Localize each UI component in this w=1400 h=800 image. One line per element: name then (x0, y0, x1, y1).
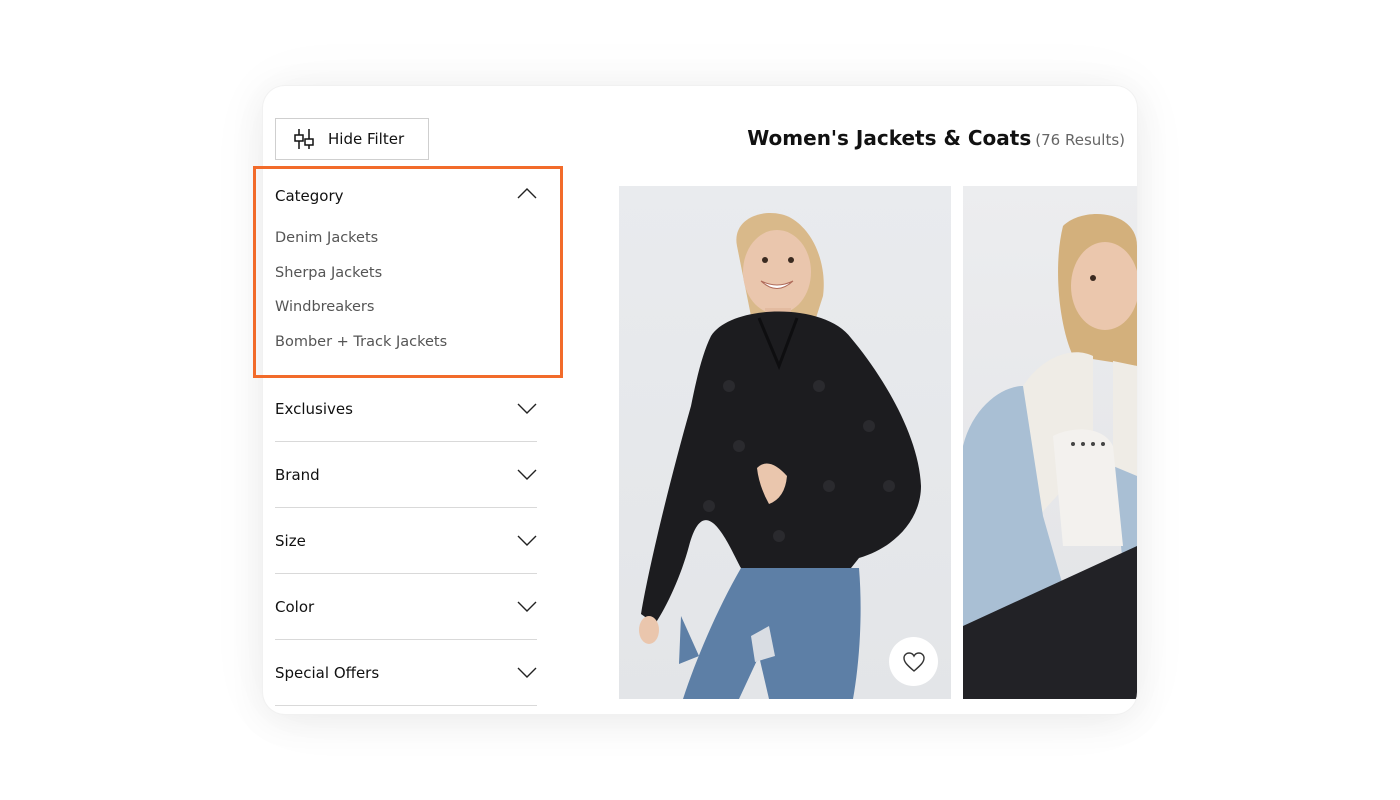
result-count: (76 Results) (1035, 131, 1125, 149)
filter-toggle-color[interactable]: Color (275, 574, 537, 639)
heart-icon (902, 651, 925, 672)
page-title: Women's Jackets & Coats (747, 126, 1032, 150)
filter-toggle-category[interactable]: Category (275, 174, 537, 219)
category-option-windbreakers[interactable]: Windbreakers (275, 290, 537, 325)
filter-section-special-offers: Special Offers (275, 640, 537, 706)
filter-label-brand: Brand (275, 465, 320, 484)
filter-section-size: Size (275, 508, 537, 574)
category-options: Denim Jackets Sherpa Jackets Windbreaker… (275, 219, 537, 375)
filter-toggle-exclusives[interactable]: Exclusives (275, 376, 537, 441)
filter-section-brand: Brand (275, 442, 537, 508)
filter-label-special-offers: Special Offers (275, 663, 380, 682)
filter-section-exclusives: Exclusives (275, 376, 537, 442)
product-card[interactable] (963, 186, 1137, 699)
product-image (963, 214, 1137, 699)
page-heading: Women's Jackets & Coats (76 Results) (747, 126, 1125, 150)
chevron-down-icon (517, 403, 537, 415)
product-listing-card: Hide Filter Women's Jackets & Coats (76 R… (263, 86, 1137, 714)
chevron-down-icon (517, 601, 537, 613)
category-option-bomber-track-jackets[interactable]: Bomber + Track Jackets (275, 325, 537, 360)
chevron-down-icon (517, 535, 537, 547)
filter-label-exclusives: Exclusives (275, 399, 353, 418)
category-option-sherpa-jackets[interactable]: Sherpa Jackets (275, 256, 537, 291)
filter-label-color: Color (275, 597, 315, 616)
wishlist-button[interactable] (889, 637, 938, 686)
filter-sliders-icon (291, 126, 317, 152)
filter-section-color: Color (275, 574, 537, 640)
chevron-down-icon (517, 667, 537, 679)
hide-filter-label: Hide Filter (328, 130, 405, 148)
filter-toggle-size[interactable]: Size (275, 508, 537, 573)
filter-panel: Category Denim Jackets Sherpa Jackets Wi… (275, 174, 537, 706)
hide-filter-button[interactable]: Hide Filter (275, 118, 429, 160)
filter-label-category: Category (275, 187, 344, 205)
product-image (639, 213, 921, 699)
filter-toggle-special-offers[interactable]: Special Offers (275, 640, 537, 705)
filter-section-category: Category Denim Jackets Sherpa Jackets Wi… (275, 174, 537, 376)
chevron-up-icon (517, 187, 537, 199)
filter-toggle-brand[interactable]: Brand (275, 442, 537, 507)
category-option-denim-jackets[interactable]: Denim Jackets (275, 221, 537, 256)
filter-label-size: Size (275, 531, 306, 550)
product-card[interactable] (619, 186, 951, 699)
chevron-down-icon (517, 469, 537, 481)
